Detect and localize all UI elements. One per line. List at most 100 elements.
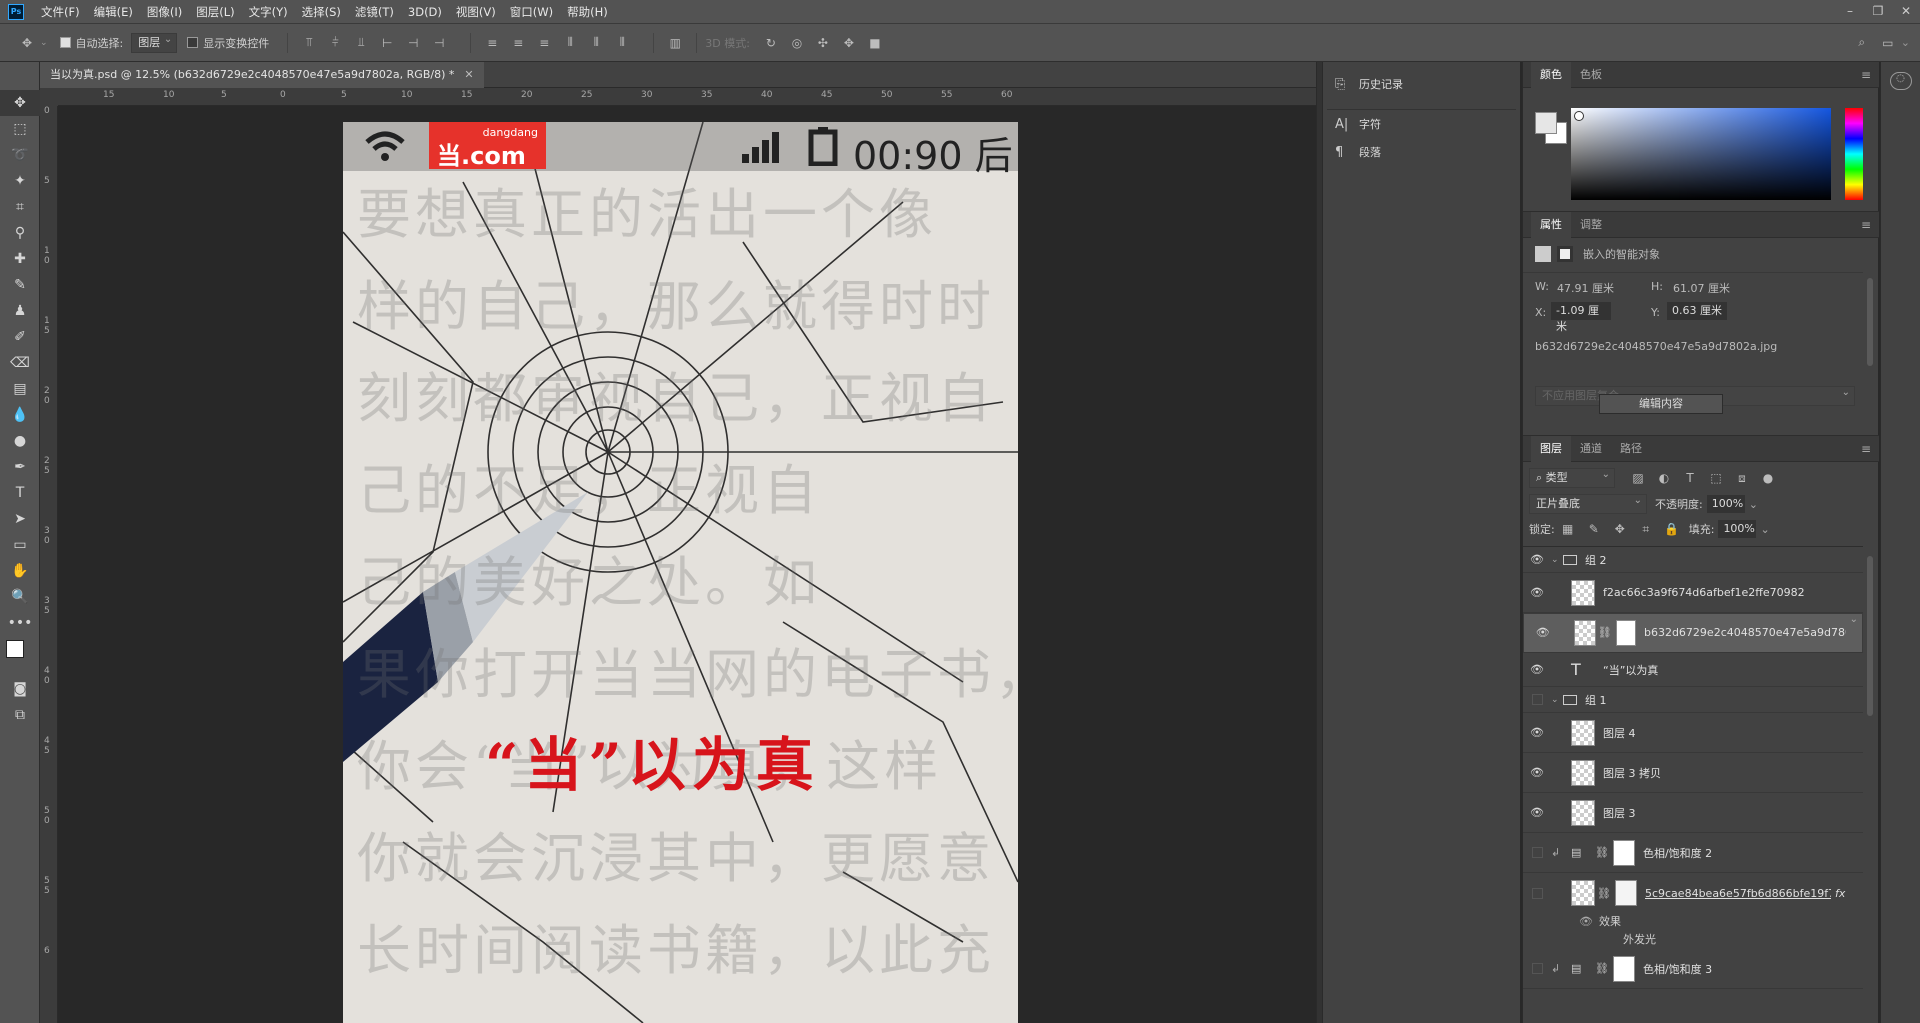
chevron-down-icon[interactable]: ⌄ [1551,695,1563,705]
rectangle-tool-icon[interactable]: ▭ [0,532,40,558]
move-tool-icon[interactable]: ✥ [0,90,40,116]
lock-image-icon[interactable]: ✎ [1585,521,1603,537]
properties-scrollbar[interactable] [1867,278,1873,366]
chevron-down-icon[interactable]: ⌄ [1901,36,1910,49]
tab-properties[interactable]: 属性 [1531,211,1571,238]
chevron-down-icon[interactable]: ⌄ [1760,523,1769,536]
visibility-eye-icon[interactable]: 👁 [1523,726,1551,739]
menu-window[interactable]: 窗口(W) [503,0,560,24]
libraries-icon[interactable]: ◌ [1889,72,1912,90]
chevron-down-icon[interactable]: ⌄ [1749,498,1758,511]
gradient-tool-icon[interactable]: ▤ [0,376,40,402]
distribute-right-icon[interactable]: ⦀ [613,35,631,51]
quick-mask-icon[interactable]: ◙ [0,676,40,702]
menu-help[interactable]: 帮助(H) [560,0,615,24]
distribute-hcenter-icon[interactable]: ⦀ [587,35,605,51]
tab-layers[interactable]: 图层 [1531,435,1571,462]
layer-row[interactable]: 👁 图层 4 [1523,713,1863,753]
magic-wand-tool-icon[interactable]: ✦ [0,168,40,194]
tab-adjustments[interactable]: 调整 [1571,212,1611,238]
clone-stamp-tool-icon[interactable]: ♟ [0,298,40,324]
foreground-color-swatch[interactable] [1535,112,1557,134]
restore-button[interactable]: ❐ [1864,0,1892,22]
close-window-button[interactable]: ✕ [1892,0,1920,22]
lock-transparent-icon[interactable]: ▦ [1559,521,1577,537]
menu-type[interactable]: 文字(Y) [242,0,295,24]
auto-align-icon[interactable]: ▥ [666,35,684,51]
auto-select-checkbox[interactable] [59,37,71,48]
y-position-field[interactable]: 0.63 厘米 [1667,302,1727,320]
align-vcenter-icon[interactable]: ⫩ [326,35,344,51]
tab-paths[interactable]: 路径 [1611,436,1651,462]
filter-toggle-icon[interactable]: ● [1759,470,1777,486]
lasso-tool-icon[interactable]: ➰ [0,142,40,168]
filter-pixel-icon[interactable]: ▨ [1629,470,1647,486]
menu-select[interactable]: 选择(S) [295,0,348,24]
ruler-vertical[interactable]: 0 5 1 0 1 5 2 0 2 5 3 0 3 5 4 0 4 5 5 0 5 5 6 [40,106,58,1023]
minimize-button[interactable]: – [1836,0,1864,22]
align-hcenter-icon[interactable]: ⊣ [404,35,422,51]
path-selection-tool-icon[interactable]: ➤ [0,506,40,532]
layer-row-selected[interactable]: 👁 ⛓ b632d6729e2c4048570e47e5a9d7802a [1523,611,1863,653]
foreground-color-swatch[interactable] [6,640,24,658]
3d-roll-icon[interactable]: ◎ [788,35,806,51]
distribute-left-icon[interactable]: ⦀ [561,35,579,51]
3d-scale-icon[interactable]: ■ [866,35,884,51]
auto-select-dropdown[interactable]: 图层 [131,31,178,53]
filter-adjustment-icon[interactable]: ◐ [1655,470,1673,486]
layer-row[interactable]: ⛓ 5c9cae84bea6e57fb6d866bfe19f75... fx [1523,873,1863,913]
lock-artboard-icon[interactable]: ⌗ [1637,521,1655,537]
x-position-field[interactable]: -1.09 厘米 [1551,302,1611,333]
history-brush-tool-icon[interactable]: ✐ [0,324,40,350]
ruler-corner[interactable] [40,88,58,106]
brush-tool-icon[interactable]: ✎ [0,272,40,298]
screen-mode-icon[interactable]: ⧉ [0,702,40,728]
document-tab[interactable]: 当以为真.psd @ 12.5% (b632d6729e2c4048570e47… [40,62,484,88]
link-icon[interactable]: ⛓ [1597,887,1611,900]
more-tools-icon[interactable]: ••• [0,610,40,636]
menu-edit[interactable]: 编辑(E) [87,0,140,24]
layer-row[interactable]: 👁 f2ac66c3a9f674d6afbef1e2ffe70982 [1523,573,1863,613]
effects-row[interactable]: 👁 效果 [1579,913,1621,929]
color-picker-field[interactable] [1571,108,1831,200]
distribute-bottom-icon[interactable]: ≡ [535,35,553,51]
history-panel-button[interactable]: ⎘ 历史记录 [1323,70,1520,98]
crop-tool-icon[interactable]: ⌗ [0,194,40,220]
visibility-toggle[interactable] [1523,847,1551,858]
layer-row[interactable]: ⌄ 组 1 [1523,687,1863,713]
align-right-icon[interactable]: ⊣ [430,35,448,51]
tab-channels[interactable]: 通道 [1571,436,1611,462]
color-picker-handle[interactable] [1574,111,1584,121]
paragraph-panel-button[interactable]: ¶ 段落 [1323,138,1520,166]
zoom-tool-icon[interactable]: 🔍 [0,584,40,610]
visibility-toggle[interactable] [1523,887,1551,899]
healing-brush-tool-icon[interactable]: ✚ [0,246,40,272]
panel-menu-icon[interactable]: ≡ [1861,68,1871,82]
layer-row[interactable]: 👁 图层 3 [1523,793,1863,833]
menu-image[interactable]: 图像(I) [140,0,189,24]
hue-slider[interactable] [1845,108,1863,200]
align-left-icon[interactable]: ⊢ [378,35,396,51]
blur-tool-icon[interactable]: 💧 [0,402,40,428]
layer-row[interactable]: 👁 图层 3 拷贝 [1523,753,1863,793]
search-icon[interactable]: ⌕ [1853,35,1871,51]
link-icon[interactable]: ⛓ [1595,846,1609,859]
3d-drag-icon[interactable]: ✣ [814,35,832,51]
filter-shape-icon[interactable]: ⬚ [1707,470,1725,486]
dodge-tool-icon[interactable]: ● [0,428,40,454]
3d-rotate-icon[interactable]: ↻ [762,35,780,51]
link-icon[interactable]: ⛓ [1598,624,1612,642]
tab-color[interactable]: 颜色 [1531,61,1571,88]
edit-contents-button[interactable]: 编辑内容 [1599,394,1723,414]
filter-smart-object-icon[interactable]: ⧈ [1733,470,1751,486]
distribute-vcenter-icon[interactable]: ≡ [509,35,527,51]
lock-all-icon[interactable]: 🔒 [1663,521,1681,537]
chevron-down-icon[interactable]: ⌄ [1551,555,1563,565]
link-icon[interactable]: ⛓ [1595,962,1609,975]
visibility-toggle[interactable] [1523,963,1551,974]
layer-row[interactable]: ↲ ▤ ⛓ 色相/饱和度 2 [1523,833,1863,873]
layer-mask-thumbnail[interactable] [1615,620,1636,646]
lock-position-icon[interactable]: ✥ [1611,521,1629,537]
pen-tool-icon[interactable]: ✒ [0,454,40,480]
layer-mask-thumbnail[interactable] [1614,880,1637,906]
